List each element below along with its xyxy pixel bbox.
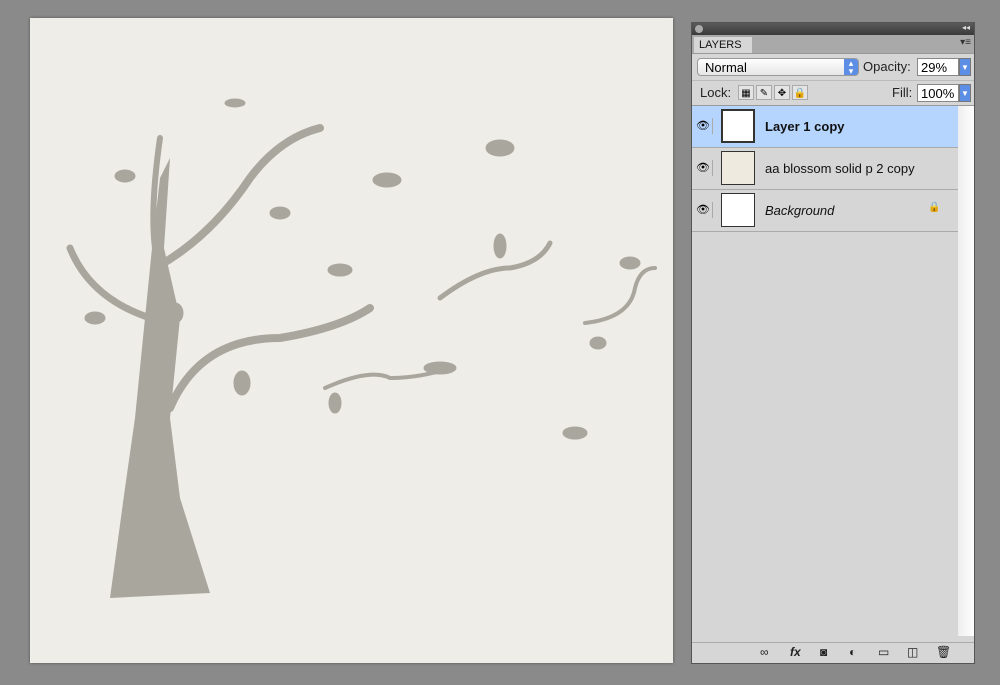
lock-label: Lock: bbox=[700, 85, 732, 100]
layer-thumbnail bbox=[721, 193, 755, 227]
panel-menu-icon[interactable]: ▾≡ bbox=[960, 37, 971, 48]
layer-row[interactable]: 👁 Layer 1 copy bbox=[692, 106, 958, 148]
lock-icon: 🔒 bbox=[928, 202, 941, 213]
tab-layers[interactable]: LAYERS bbox=[694, 37, 752, 53]
close-icon[interactable] bbox=[695, 25, 703, 33]
blend-mode-value: Normal bbox=[705, 60, 747, 75]
eye-icon[interactable]: 👁 bbox=[694, 202, 713, 218]
opacity-dropdown-button[interactable]: ▼ bbox=[959, 58, 971, 76]
fill-dropdown-button[interactable]: ▼ bbox=[959, 84, 971, 102]
scrollbar[interactable] bbox=[958, 106, 974, 636]
link-icon[interactable]: ∞ bbox=[760, 645, 769, 659]
layer-row[interactable]: 👁 aa blossom solid p 2 copy bbox=[692, 148, 958, 190]
opacity-input[interactable]: 29% bbox=[917, 58, 959, 76]
new-layer-icon[interactable]: ◫ bbox=[907, 645, 918, 659]
fill-label: Fill: bbox=[892, 85, 913, 100]
folder-icon[interactable]: ▭ bbox=[878, 645, 889, 659]
chevron-updown-icon: ▴ ▾ bbox=[844, 59, 858, 76]
layer-thumbnail bbox=[721, 109, 755, 143]
layer-name: Layer 1 copy bbox=[765, 119, 845, 134]
lock-all-icon[interactable]: 🔒 bbox=[792, 85, 808, 100]
layer-name: aa blossom solid p 2 copy bbox=[765, 161, 915, 176]
eye-icon[interactable]: 👁 bbox=[694, 160, 713, 176]
layers-list: 👁 Layer 1 copy 👁 aa blossom solid p 2 co… bbox=[692, 106, 974, 636]
lock-transparent-icon[interactable]: ▦ bbox=[738, 85, 754, 100]
adjustment-icon[interactable]: ◐ bbox=[849, 645, 856, 659]
trash-icon[interactable]: 🗑 bbox=[936, 645, 951, 659]
layers-panel: ◂◂ LAYERS ▾≡ Normal ▴ ▾ Opacity: 29% ▼ Lock… bbox=[691, 22, 975, 664]
collapse-icon[interactable]: ◂◂ bbox=[962, 23, 970, 32]
document-canvas[interactable] bbox=[30, 18, 673, 663]
eye-icon[interactable]: 👁 bbox=[694, 118, 713, 134]
panel-footer: ∞ fx ◙ ◐ ▭ ◫ 🗑 bbox=[692, 642, 974, 663]
tree-silhouette-artwork bbox=[66, 98, 657, 598]
fx-icon[interactable]: fx bbox=[790, 645, 801, 659]
layer-row[interactable]: 👁 Background 🔒 bbox=[692, 190, 958, 232]
layer-name: Background bbox=[765, 203, 835, 218]
blend-mode-select[interactable]: Normal ▴ ▾ bbox=[697, 58, 859, 76]
layer-thumbnail bbox=[721, 151, 755, 185]
fill-input[interactable]: 100% bbox=[917, 84, 959, 102]
lock-image-brush-icon[interactable]: ✎ bbox=[756, 85, 772, 100]
mask-icon[interactable]: ◙ bbox=[820, 645, 827, 659]
opacity-label: Opacity: bbox=[863, 59, 911, 74]
lock-position-move-icon[interactable]: ✥ bbox=[774, 85, 790, 100]
panel-titlebar[interactable]: ◂◂ bbox=[692, 23, 974, 35]
